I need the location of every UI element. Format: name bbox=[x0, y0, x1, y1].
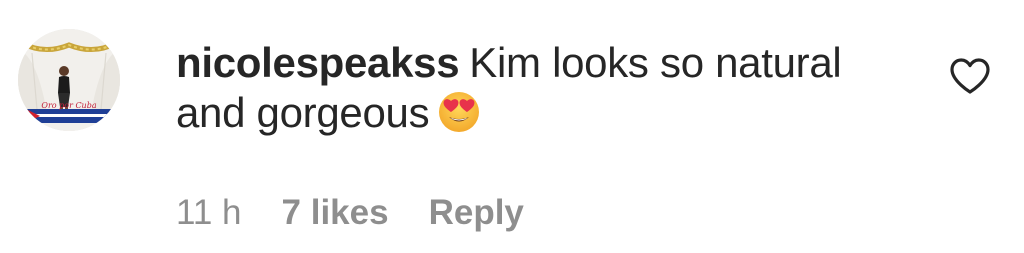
comment-timestamp[interactable]: 11 h bbox=[176, 193, 242, 233]
likes-count[interactable]: 7 likes bbox=[282, 193, 389, 233]
comment-item: Oro por Cuba nicolespeakss Kim looks so n… bbox=[0, 0, 1024, 253]
comment-username[interactable]: nicolespeakss bbox=[176, 39, 460, 86]
comment-text-block: nicolespeakss Kim looks so natural and go… bbox=[176, 38, 876, 138]
heart-eyes-emoji-icon bbox=[437, 90, 481, 134]
svg-text:Oro por Cuba: Oro por Cuba bbox=[41, 101, 96, 110]
avatar-image: Oro por Cuba bbox=[18, 29, 120, 131]
reply-button[interactable]: Reply bbox=[429, 193, 524, 233]
comment-meta: 11 h 7 likes Reply bbox=[176, 193, 524, 233]
avatar[interactable]: Oro por Cuba bbox=[18, 29, 120, 131]
heart-outline-icon[interactable] bbox=[948, 56, 992, 96]
